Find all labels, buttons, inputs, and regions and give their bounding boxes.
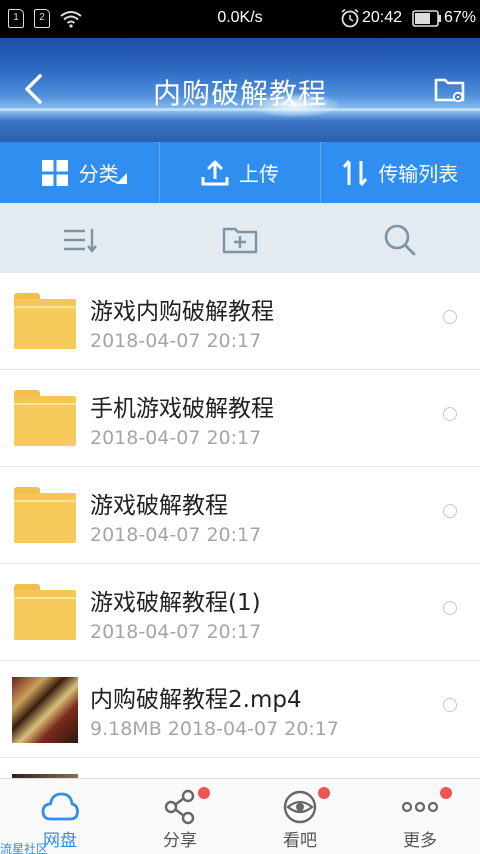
notification-badge: [440, 787, 452, 799]
new-folder-button[interactable]: [220, 220, 260, 260]
select-radio[interactable]: [443, 310, 457, 324]
alarm-icon: [341, 8, 359, 28]
nav-label: 分享: [163, 831, 197, 851]
notification-badge: [318, 787, 330, 799]
file-name: 游戏内购破解教程: [90, 299, 274, 325]
transfer-list-button[interactable]: 传输列表: [319, 142, 480, 203]
caret-down-icon: [116, 173, 127, 184]
select-radio[interactable]: [443, 407, 457, 421]
list-item[interactable]: [0, 758, 480, 778]
select-radio[interactable]: [443, 504, 457, 518]
select-radio[interactable]: [443, 601, 457, 615]
file-meta: 2018-04-07 20:17: [90, 524, 262, 546]
upload-button[interactable]: 上传: [159, 142, 319, 203]
action-bar: 分类 上传 传输列表: [0, 142, 480, 203]
sort-button[interactable]: [60, 220, 100, 260]
file-list: 游戏内购破解教程 2018-04-07 20:17 手机游戏破解教程 2018-…: [0, 273, 480, 778]
list-item[interactable]: 游戏破解教程 2018-04-07 20:17: [0, 467, 480, 564]
folder-plus-icon: [222, 227, 258, 254]
watermark: 流星社区: [0, 842, 49, 854]
transfer-list-label: 传输列表: [378, 162, 459, 186]
file-meta: 9.18MB 2018-04-07 20:17: [90, 718, 339, 740]
cloud-icon: [41, 792, 79, 821]
toolbar: [0, 203, 480, 273]
page-title: 内购破解教程: [152, 77, 327, 110]
file-name: 游戏破解教程(1): [90, 590, 261, 616]
battery-icon: [412, 10, 441, 27]
folder-icon: [14, 390, 76, 446]
file-name: 游戏破解教程: [90, 493, 228, 519]
category-button[interactable]: 分类: [0, 142, 159, 203]
list-item[interactable]: 内购破解教程2.mp4 9.18MB 2018-04-07 20:17: [0, 661, 480, 758]
folder-icon: [14, 584, 76, 640]
grid-icon: [41, 159, 68, 186]
share-icon: [164, 789, 195, 825]
category-label: 分类: [78, 162, 119, 186]
folder-settings-icon: [434, 78, 465, 103]
folder-icon: [14, 487, 76, 543]
clock: 20:42: [362, 9, 403, 26]
file-meta: 2018-04-07 20:17: [90, 427, 262, 449]
nav-item-share[interactable]: 分享: [120, 779, 240, 854]
folder-icon: [14, 293, 76, 349]
select-radio[interactable]: [443, 698, 457, 712]
folder-settings-button[interactable]: [430, 70, 470, 110]
file-meta: 2018-04-07 20:17: [90, 330, 262, 352]
nav-item-more[interactable]: 更多: [360, 779, 480, 854]
upload-label: 上传: [238, 162, 279, 186]
eye-icon: [283, 790, 317, 824]
more-icon: [401, 801, 439, 813]
list-item[interactable]: 游戏内购破解教程 2018-04-07 20:17: [0, 273, 480, 370]
search-button[interactable]: [380, 220, 420, 260]
upload-icon: [201, 160, 229, 185]
status-bar: 1 2 0.0K/s 20:42 67%: [0, 0, 480, 38]
header: 内购破解教程: [0, 38, 480, 142]
file-name: 内购破解教程2.mp4: [90, 687, 302, 713]
list-item[interactable]: 手机游戏破解教程 2018-04-07 20:17: [0, 370, 480, 467]
nav-label: 更多: [403, 831, 437, 851]
transfer-icon: [343, 159, 368, 186]
list-item[interactable]: 游戏破解教程(1) 2018-04-07 20:17: [0, 564, 480, 661]
sort-icon: [64, 229, 97, 253]
video-thumbnail: [12, 677, 78, 743]
search-icon: [384, 224, 416, 256]
notification-badge: [198, 787, 210, 799]
network-speed: 0.0K/s: [217, 9, 263, 26]
nav-label: 看吧: [283, 831, 317, 851]
battery-percent: 67%: [444, 9, 477, 26]
app-root: { "status_bar": { "sim1": "1", "sim2": "…: [0, 0, 480, 854]
file-name: 手机游戏破解教程: [90, 396, 274, 422]
file-meta: 2018-04-07 20:17: [90, 621, 262, 643]
nav-item-watch[interactable]: 看吧: [240, 779, 360, 854]
bottom-nav: 网盘 分享 看吧 更多: [0, 778, 480, 854]
